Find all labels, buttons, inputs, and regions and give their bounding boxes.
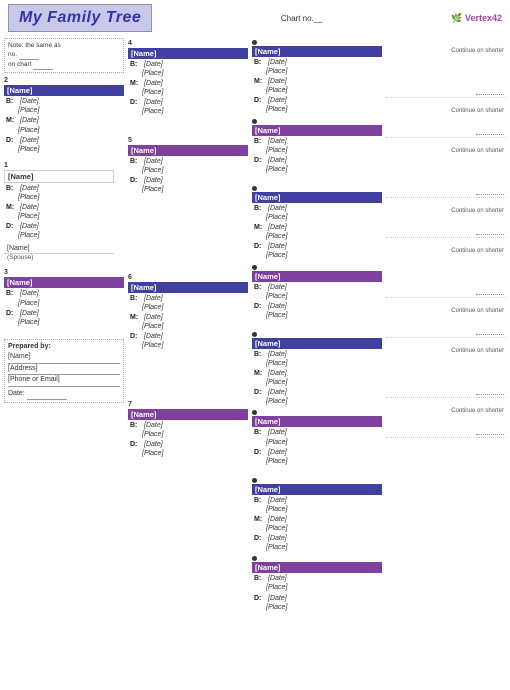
prepared-box: Prepared by: [Name] [Address] [Phone or … bbox=[4, 339, 124, 404]
person-col3-3: [Name] B:[Date] [Place] M:[Date] [Place]… bbox=[252, 186, 382, 261]
col3-p4-name: [Name] bbox=[252, 271, 382, 282]
person-3-block: 3 [Name] B:[Date] [Place] D:[Date] [Plac… bbox=[4, 269, 124, 326]
person-col3-6: [Name] B:[Date] [Place] D:[Date] [Place] bbox=[252, 410, 382, 465]
person-col3-2: [Name] B:[Date] [Place] D:[Date] [Place] bbox=[252, 119, 382, 174]
person-2-name-bar: [Name] bbox=[4, 85, 124, 96]
person-5-block: 5 [Name] B:[Date] [Place] D:[Date] [Plac… bbox=[128, 137, 248, 194]
person-5-name-bar: [Name] bbox=[128, 145, 248, 156]
column-4: Continue on shorter Continue on shorter … bbox=[386, 38, 506, 682]
app-title: My Family Tree bbox=[19, 9, 141, 26]
col4-item-4: Continue on shorter bbox=[386, 200, 506, 238]
title-box: My Family Tree bbox=[8, 4, 152, 32]
col3-p7-name: [Name] bbox=[252, 484, 382, 495]
person-4-block: 4 [Name] B:[Date] [Place] M:[Date] [Plac… bbox=[128, 40, 248, 117]
person-7-name-bar: [Name] bbox=[128, 409, 248, 420]
person-col3-4: [Name] B:[Date] [Place] D:[Date] [Place] bbox=[252, 265, 382, 320]
main-content: Note: the same as no. on chart 2 [Name] … bbox=[0, 36, 510, 684]
col4-item-2: Continue on shorter bbox=[386, 100, 506, 138]
col3-p1-name: [Name] bbox=[252, 46, 382, 57]
col3-p6-name: [Name] bbox=[252, 416, 382, 427]
column-3: [Name] B:[Date] [Place] M:[Date] [Place]… bbox=[252, 38, 382, 682]
col4-item-6: Continue on shorter bbox=[386, 300, 506, 338]
logo: 🌿 Vertex42 bbox=[451, 13, 502, 24]
person-6-name-bar: [Name] bbox=[128, 282, 248, 293]
column-1: Note: the same as no. on chart 2 [Name] … bbox=[4, 38, 124, 682]
col3-p3-name: [Name] bbox=[252, 192, 382, 203]
col4-item-7: Continue on shorter bbox=[386, 340, 506, 398]
col4-item-1: Continue on shorter bbox=[386, 40, 506, 98]
col4-item-8: Continue on shorter bbox=[386, 400, 506, 438]
person-1-name-bar: [Name] bbox=[4, 170, 114, 183]
person-col3-8: [Name] B:[Date] [Place] D:[Date] [Place] bbox=[252, 556, 382, 611]
person-6-block: 6 [Name] B:[Date] [Place] M:[Date] [Plac… bbox=[128, 274, 248, 351]
person-2-block: 2 [Name] B:[Date] [Place] M:[Date] [Plac… bbox=[4, 77, 124, 154]
prepared-date: Date: bbox=[8, 389, 120, 401]
chart-no: Chart no.__ bbox=[281, 14, 323, 23]
prepared-name: [Name] bbox=[8, 352, 120, 364]
spouse-label: (Spouse) bbox=[4, 254, 124, 261]
person-1-block: 1 [Name] B:[Date] [Place] M:[Date] [Plac… bbox=[4, 162, 124, 262]
col3-p5-name: [Name] bbox=[252, 338, 382, 349]
col3-p2-name: [Name] bbox=[252, 125, 382, 136]
note-box: Note: the same as no. on chart bbox=[4, 38, 124, 73]
person-7-block: 7 [Name] B:[Date] [Place] D:[Date] [Plac… bbox=[128, 401, 248, 458]
person-col3-1: [Name] B:[Date] [Place] M:[Date] [Place]… bbox=[252, 40, 382, 115]
person-col3-5: [Name] B:[Date] [Place] M:[Date] [Place]… bbox=[252, 332, 382, 407]
column-2: 4 [Name] B:[Date] [Place] M:[Date] [Plac… bbox=[128, 38, 248, 682]
header: My Family Tree Chart no.__ 🌿 Vertex42 bbox=[0, 0, 510, 36]
col4-item-3: Continue on shorter bbox=[386, 140, 506, 198]
person-1-spouse: [Name] bbox=[4, 244, 114, 254]
person-col3-7: [Name] B:[Date] [Place] M:[Date] [Place]… bbox=[252, 478, 382, 553]
person-3-name-bar: [Name] bbox=[4, 277, 124, 288]
prepared-address: [Address] bbox=[8, 364, 120, 376]
col4-item-5: Continue on shorter bbox=[386, 240, 506, 298]
col3-p8-name: [Name] bbox=[252, 562, 382, 573]
prepared-phone: [Phone or Email] bbox=[8, 375, 120, 387]
person-4-name-bar: [Name] bbox=[128, 48, 248, 59]
